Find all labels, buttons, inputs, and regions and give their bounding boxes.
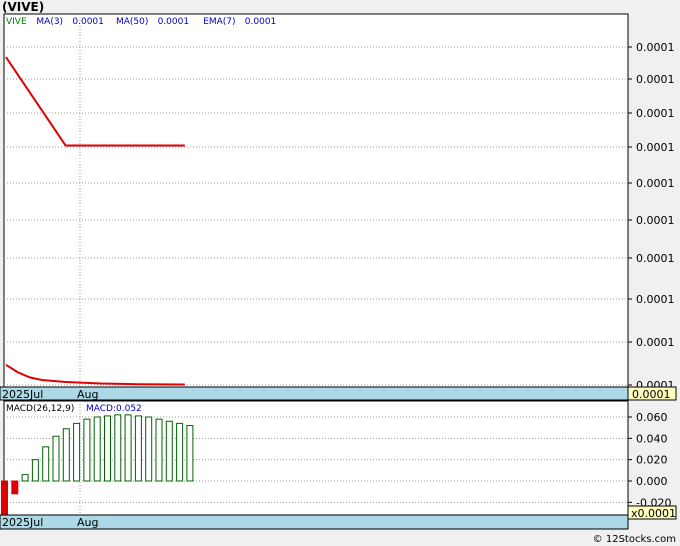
price-y-tick-label: 0.0001 — [636, 73, 675, 86]
macd-x-tick-label: 2025Jul — [2, 516, 43, 529]
price-y-tick-label: 0.0001 — [636, 141, 675, 154]
macd-bar — [114, 414, 122, 482]
price-y-tick-label: 0.0001 — [636, 107, 675, 120]
price-y-tick-label: 0.0001 — [636, 293, 675, 306]
price-legend-item: MA(3) — [36, 17, 63, 27]
macd-bar — [176, 422, 184, 482]
macd-bar — [134, 415, 142, 482]
price-x-tick-label: Aug — [77, 388, 98, 401]
price-y-tick-label: 0.0001 — [636, 41, 675, 54]
macd-y-tick-label: 0.020 — [636, 454, 668, 467]
macd-bar — [104, 415, 111, 482]
macd-bar — [145, 416, 153, 482]
price-panel — [3, 13, 629, 388]
macd-bar — [31, 459, 39, 482]
macd-bar — [42, 446, 50, 482]
macd-bar — [93, 416, 101, 482]
price-legend-item: EMA(7) — [203, 17, 235, 27]
macd-bar — [73, 422, 81, 482]
macd-legend-value: MACD:0.052 — [86, 404, 142, 414]
macd-legend-label: MACD(26,12,9) — [6, 404, 74, 414]
price-legend-item: VIVE — [6, 17, 27, 27]
macd-y-tick-label: 0.060 — [636, 411, 668, 424]
macd-bar — [83, 418, 91, 482]
price-y-tick-label: 0.0001 — [636, 177, 675, 190]
macd-last-value-label: x0.0001 — [631, 507, 676, 520]
price-y-tick-label: 0.0001 — [636, 214, 675, 227]
price-legend-item: 0.0001 — [158, 17, 190, 27]
price-y-tick-label: 0.0001 — [636, 252, 675, 265]
macd-y-tick-label: 0.040 — [636, 432, 668, 445]
macd-bar — [165, 420, 173, 482]
credit-text: © 12Stocks.com — [592, 534, 676, 545]
price-legend-item: 0.0001 — [245, 17, 276, 27]
price-legend-item: 0.0001 — [72, 17, 104, 27]
macd-y-tick-label: 0.000 — [636, 475, 668, 488]
macd-bar — [62, 428, 70, 482]
price-last-value-label: 0.0001 — [632, 388, 671, 401]
macd-bar — [52, 435, 60, 482]
macd-bar — [1, 480, 8, 516]
macd-bar — [155, 418, 163, 482]
macd-bar — [124, 414, 132, 482]
price-y-tick-label: 0.0001 — [636, 336, 675, 349]
price-legend-item: MA(50) — [116, 17, 148, 27]
macd-bar — [11, 480, 19, 495]
stock-chart: 0.0001 0.0001 0.0001 0.0001 0.0001 0.0001 0.00… — [0, 13, 677, 530]
price-x-tick-label: 2025Jul — [2, 388, 43, 401]
macd-bar — [186, 425, 194, 482]
macd-bar — [21, 474, 29, 482]
macd-x-tick-label: Aug — [77, 516, 98, 529]
